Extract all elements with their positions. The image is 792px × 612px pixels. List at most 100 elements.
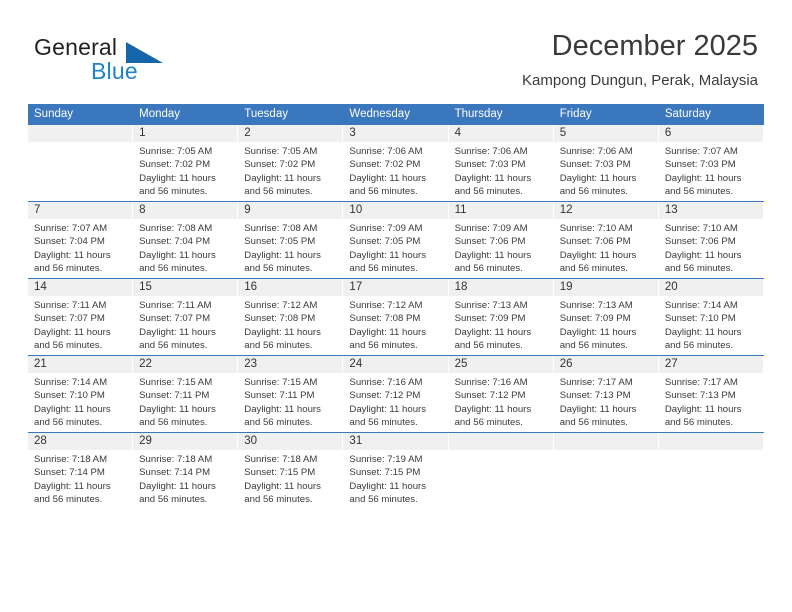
day-cell[interactable]: 20 Sunrise: 7:14 AM Sunset: 7:10 PM Dayligh…: [658, 279, 764, 351]
sunrise-time: Sunrise: 7:18 AM: [244, 454, 318, 465]
day-cell[interactable]: 14 Sunrise: 7:11 AM Sunset: 7:07 PM Dayligh…: [28, 279, 134, 351]
sunrise-time: Sunrise: 7:18 AM: [34, 454, 108, 465]
daylight-duration-line1: Daylight: 11 hours: [559, 172, 637, 184]
day-cell[interactable]: 7 Sunrise: 7:07 AM Sunset: 7:04 PM Daylight…: [28, 202, 134, 274]
day-cell[interactable]: 18 Sunrise: 7:13 AM Sunset: 7:09 PM Dayligh…: [448, 279, 554, 351]
daylight-duration-line1: Daylight: 11 hours: [139, 403, 216, 415]
day-number: 26: [553, 356, 659, 373]
calendar-week-row: 7 Sunrise: 7:07 AM Sunset: 7:04 PM Daylight…: [28, 201, 764, 278]
day-number: 17: [343, 279, 449, 296]
day-cell[interactable]: 2 Sunrise: 7:05 AM Sunset: 7:02 PM Daylight…: [238, 125, 344, 197]
sunrise-time: Sunrise: 7:07 AM: [664, 146, 738, 157]
sunrise-time: Sunrise: 7:14 AM: [664, 300, 738, 311]
sunrise-time: Sunrise: 7:13 AM: [559, 300, 633, 311]
daylight-duration-line2: and 56 minutes.: [454, 339, 523, 351]
day-cell[interactable]: 29 Sunrise: 7:18 AM Sunset: 7:14 PM Dayligh…: [133, 433, 239, 505]
day-details: Sunrise: 7:13 AM Sunset: 7:09 PM Daylight:…: [554, 296, 659, 352]
day-cell[interactable]: 1 Sunrise: 7:05 AM Sunset: 7:02 PM Daylight…: [133, 125, 239, 197]
day-details: Sunrise: 7:06 AM Sunset: 7:02 PM Daylight:…: [343, 142, 448, 198]
day-cell[interactable]: 9 Sunrise: 7:08 AM Sunset: 7:05 PM Daylight…: [238, 202, 344, 274]
day-details: Sunrise: 7:08 AM Sunset: 7:05 PM Daylight:…: [238, 219, 343, 275]
sunset-time: Sunset: 7:06 PM: [454, 236, 526, 248]
calendar-weeks: 1 Sunrise: 7:05 AM Sunset: 7:02 PM Daylight…: [28, 125, 764, 509]
sunrise-time: Sunrise: 7:19 AM: [349, 454, 423, 465]
sunset-time: Sunset: 7:11 PM: [244, 390, 315, 402]
day-number: 3: [343, 125, 449, 142]
daylight-duration-line2: and 56 minutes.: [244, 493, 313, 505]
day-cell[interactable]: 13 Sunrise: 7:10 AM Sunset: 7:06 PM Dayligh…: [658, 202, 764, 274]
sunrise-time: Sunrise: 7:12 AM: [244, 300, 318, 311]
daylight-duration-line1: Daylight: 11 hours: [664, 326, 742, 338]
day-cell[interactable]: 17 Sunrise: 7:12 AM Sunset: 7:08 PM Dayligh…: [343, 279, 449, 351]
day-number: 13: [658, 202, 764, 219]
sunset-time: Sunset: 7:03 PM: [454, 159, 526, 171]
daylight-duration-line2: and 56 minutes.: [559, 262, 628, 274]
day-details: Sunrise: 7:15 AM Sunset: 7:11 PM Daylight:…: [133, 373, 238, 429]
day-details: Sunrise: 7:16 AM Sunset: 7:12 PM Daylight:…: [449, 373, 554, 429]
daylight-duration-line1: Daylight: 11 hours: [244, 480, 321, 492]
day-details: Sunrise: 7:14 AM Sunset: 7:10 PM Daylight:…: [28, 373, 133, 429]
day-cell[interactable]: 22 Sunrise: 7:15 AM Sunset: 7:11 PM Dayligh…: [133, 356, 239, 428]
day-cell[interactable]: 16 Sunrise: 7:12 AM Sunset: 7:08 PM Dayligh…: [238, 279, 344, 351]
daylight-duration-line2: and 56 minutes.: [349, 185, 418, 197]
day-cell[interactable]: 11 Sunrise: 7:09 AM Sunset: 7:06 PM Dayligh…: [448, 202, 554, 274]
day-cell[interactable]: 6 Sunrise: 7:07 AM Sunset: 7:03 PM Daylight…: [658, 125, 764, 197]
day-cell[interactable]: 21 Sunrise: 7:14 AM Sunset: 7:10 PM Dayligh…: [28, 356, 134, 428]
day-cell[interactable]: 28 Sunrise: 7:18 AM Sunset: 7:14 PM Dayligh…: [28, 433, 134, 505]
day-number: 6: [658, 125, 764, 142]
day-details: Sunrise: 7:10 AM Sunset: 7:06 PM Daylight:…: [659, 219, 764, 275]
daylight-duration-line2: and 56 minutes.: [349, 339, 418, 351]
sunset-time: Sunset: 7:10 PM: [34, 390, 105, 402]
day-cell[interactable]: 3 Sunrise: 7:06 AM Sunset: 7:02 PM Daylight…: [343, 125, 449, 197]
day-cell[interactable]: 31 Sunrise: 7:19 AM Sunset: 7:15 PM Dayligh…: [343, 433, 449, 505]
sunset-time: Sunset: 7:14 PM: [139, 467, 211, 479]
day-number: 25: [448, 356, 554, 373]
day-details: [28, 142, 133, 145]
sunrise-time: Sunrise: 7:16 AM: [454, 377, 528, 388]
day-number: [553, 433, 659, 450]
daylight-duration-line1: Daylight: 11 hours: [664, 172, 742, 184]
daylight-duration-line1: Daylight: 11 hours: [244, 403, 321, 415]
daylight-duration-line1: Daylight: 11 hours: [349, 172, 427, 184]
sunrise-time: Sunrise: 7:15 AM: [244, 377, 318, 388]
daylight-duration-line2: and 56 minutes.: [664, 339, 734, 351]
day-cell[interactable]: 19 Sunrise: 7:13 AM Sunset: 7:09 PM Dayligh…: [553, 279, 659, 351]
day-details: Sunrise: 7:05 AM Sunset: 7:02 PM Daylight:…: [133, 142, 238, 198]
daylight-duration-line1: Daylight: 11 hours: [559, 249, 637, 261]
sunset-time: Sunset: 7:08 PM: [244, 313, 316, 325]
day-cell[interactable]: 4 Sunrise: 7:06 AM Sunset: 7:03 PM Daylight…: [448, 125, 554, 197]
daylight-duration-line1: Daylight: 11 hours: [349, 326, 427, 338]
day-cell[interactable]: 27 Sunrise: 7:17 AM Sunset: 7:13 PM Dayligh…: [658, 356, 764, 428]
sunrise-time: Sunrise: 7:06 AM: [349, 146, 423, 157]
day-number: [658, 433, 764, 450]
sunset-time: Sunset: 7:13 PM: [559, 390, 631, 402]
daylight-duration-line1: Daylight: 11 hours: [34, 403, 111, 415]
day-cell[interactable]: 15 Sunrise: 7:11 AM Sunset: 7:07 PM Dayligh…: [133, 279, 239, 351]
day-cell[interactable]: 26 Sunrise: 7:17 AM Sunset: 7:13 PM Dayligh…: [553, 356, 659, 428]
day-cell-empty: [658, 433, 764, 500]
day-cell[interactable]: 8 Sunrise: 7:08 AM Sunset: 7:04 PM Daylight…: [133, 202, 239, 274]
sunrise-time: Sunrise: 7:18 AM: [139, 454, 213, 465]
day-cell[interactable]: 5 Sunrise: 7:06 AM Sunset: 7:03 PM Daylight…: [553, 125, 659, 197]
sunrise-time: Sunrise: 7:17 AM: [664, 377, 738, 388]
day-cell[interactable]: 23 Sunrise: 7:15 AM Sunset: 7:11 PM Dayligh…: [238, 356, 344, 428]
day-cell[interactable]: 12 Sunrise: 7:10 AM Sunset: 7:06 PM Dayligh…: [553, 202, 659, 274]
sunrise-time: Sunrise: 7:05 AM: [244, 146, 318, 157]
daylight-duration-line1: Daylight: 11 hours: [664, 249, 742, 261]
weekday-header-wednesday: Wednesday: [349, 108, 410, 120]
page-subtitle: Kampong Dungun, Perak, Malaysia: [522, 72, 758, 89]
day-cell[interactable]: 30 Sunrise: 7:18 AM Sunset: 7:15 PM Dayligh…: [238, 433, 344, 505]
sunset-time: Sunset: 7:05 PM: [244, 236, 316, 248]
day-details: Sunrise: 7:17 AM Sunset: 7:13 PM Daylight:…: [659, 373, 764, 429]
day-cell-empty: [28, 125, 134, 192]
day-details: Sunrise: 7:18 AM Sunset: 7:15 PM Daylight:…: [238, 450, 343, 506]
general-blue-logo[interactable]: General Blue: [34, 34, 214, 86]
day-details: Sunrise: 7:14 AM Sunset: 7:10 PM Daylight:…: [659, 296, 764, 352]
day-cell[interactable]: 24 Sunrise: 7:16 AM Sunset: 7:12 PM Dayligh…: [343, 356, 449, 428]
sunrise-time: Sunrise: 7:11 AM: [139, 300, 212, 311]
day-cell[interactable]: 10 Sunrise: 7:09 AM Sunset: 7:05 PM Dayligh…: [343, 202, 449, 274]
calendar-week-cells: 7 Sunrise: 7:07 AM Sunset: 7:04 PM Daylight…: [28, 202, 764, 274]
daylight-duration-line2: and 56 minutes.: [244, 185, 313, 197]
day-number: 24: [343, 356, 449, 373]
day-cell[interactable]: 25 Sunrise: 7:16 AM Sunset: 7:12 PM Dayligh…: [448, 356, 554, 428]
